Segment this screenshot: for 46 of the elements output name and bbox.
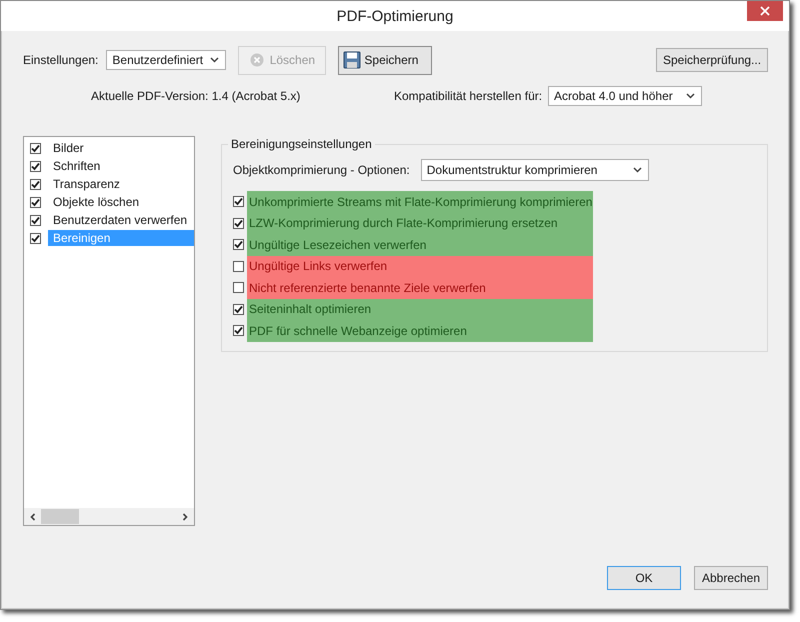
list-item[interactable]: Schriften xyxy=(48,158,194,174)
option-label: Ungültige Lesezeichen verwerfen xyxy=(247,234,593,256)
ok-button[interactable]: OK xyxy=(607,566,681,590)
list-item[interactable]: Bilder xyxy=(48,140,194,156)
checkbox[interactable] xyxy=(233,304,244,315)
compression-dropdown[interactable]: Dokumentstruktur komprimieren xyxy=(420,159,649,181)
option-label: Seiteninhalt optimieren xyxy=(247,298,593,320)
pdf-version-text: Aktuelle PDF-Version: 1.4 (Acrobat 5.x) xyxy=(91,89,302,103)
checkbox[interactable] xyxy=(30,232,41,244)
checkbox[interactable] xyxy=(30,214,41,226)
option-label: Ungültige Links verwerfen xyxy=(247,256,593,277)
settings-label: Einstellungen: xyxy=(23,53,98,67)
delete-icon xyxy=(250,53,264,67)
option-label: Unkomprimierte Streams mit Flate-Komprimierung komprimieren xyxy=(247,191,593,212)
close-button[interactable] xyxy=(747,1,783,21)
checkbox[interactable] xyxy=(233,218,244,229)
settings-dropdown[interactable]: Benutzerdefiniert xyxy=(106,50,226,70)
save-button[interactable]: Speichern xyxy=(338,46,432,74)
scrollbar-thumb[interactable] xyxy=(41,509,79,524)
close-icon xyxy=(760,6,770,16)
list-item[interactable]: Objekte löschen xyxy=(48,194,194,210)
chevron-icon xyxy=(686,93,695,99)
audit-button[interactable]: Speicherprüfung... xyxy=(656,48,768,72)
option-label: Nicht referenzierte benannte Ziele verwerfen xyxy=(247,277,593,298)
option-label: LZW-Komprimierung durch Flate-Komprimierung ersetzen xyxy=(247,212,593,234)
list-item[interactable]: Transparenz xyxy=(48,176,194,192)
compatibility-dropdown[interactable]: Acrobat 4.0 und höher xyxy=(548,86,702,106)
window-title: PDF-Optimierung xyxy=(336,8,454,24)
checkbox[interactable] xyxy=(30,178,41,190)
checkbox[interactable] xyxy=(233,325,244,336)
chevron-icon xyxy=(632,167,642,173)
checkbox[interactable] xyxy=(30,160,41,172)
compression-label: Objektkomprimierung - Optionen: xyxy=(233,163,410,177)
checkbox[interactable] xyxy=(30,196,41,208)
checkbox[interactable] xyxy=(233,239,244,250)
checkbox[interactable] xyxy=(233,196,244,208)
option-label: PDF für schnelle Webanzeige optimieren xyxy=(247,320,593,342)
checkbox[interactable] xyxy=(233,282,244,294)
chevron-icon xyxy=(210,57,220,63)
cancel-button[interactable]: Abbrechen xyxy=(694,566,768,590)
compatibility-label: Kompatibilität herstellen für: xyxy=(394,89,544,103)
list-item[interactable]: Benutzerdaten verwerfen xyxy=(48,212,194,228)
horizontal-scrollbar[interactable] xyxy=(24,508,194,525)
checkbox[interactable] xyxy=(30,142,41,154)
checkbox[interactable] xyxy=(233,260,244,272)
group-title: Bereinigungseinstellungen xyxy=(228,137,375,151)
